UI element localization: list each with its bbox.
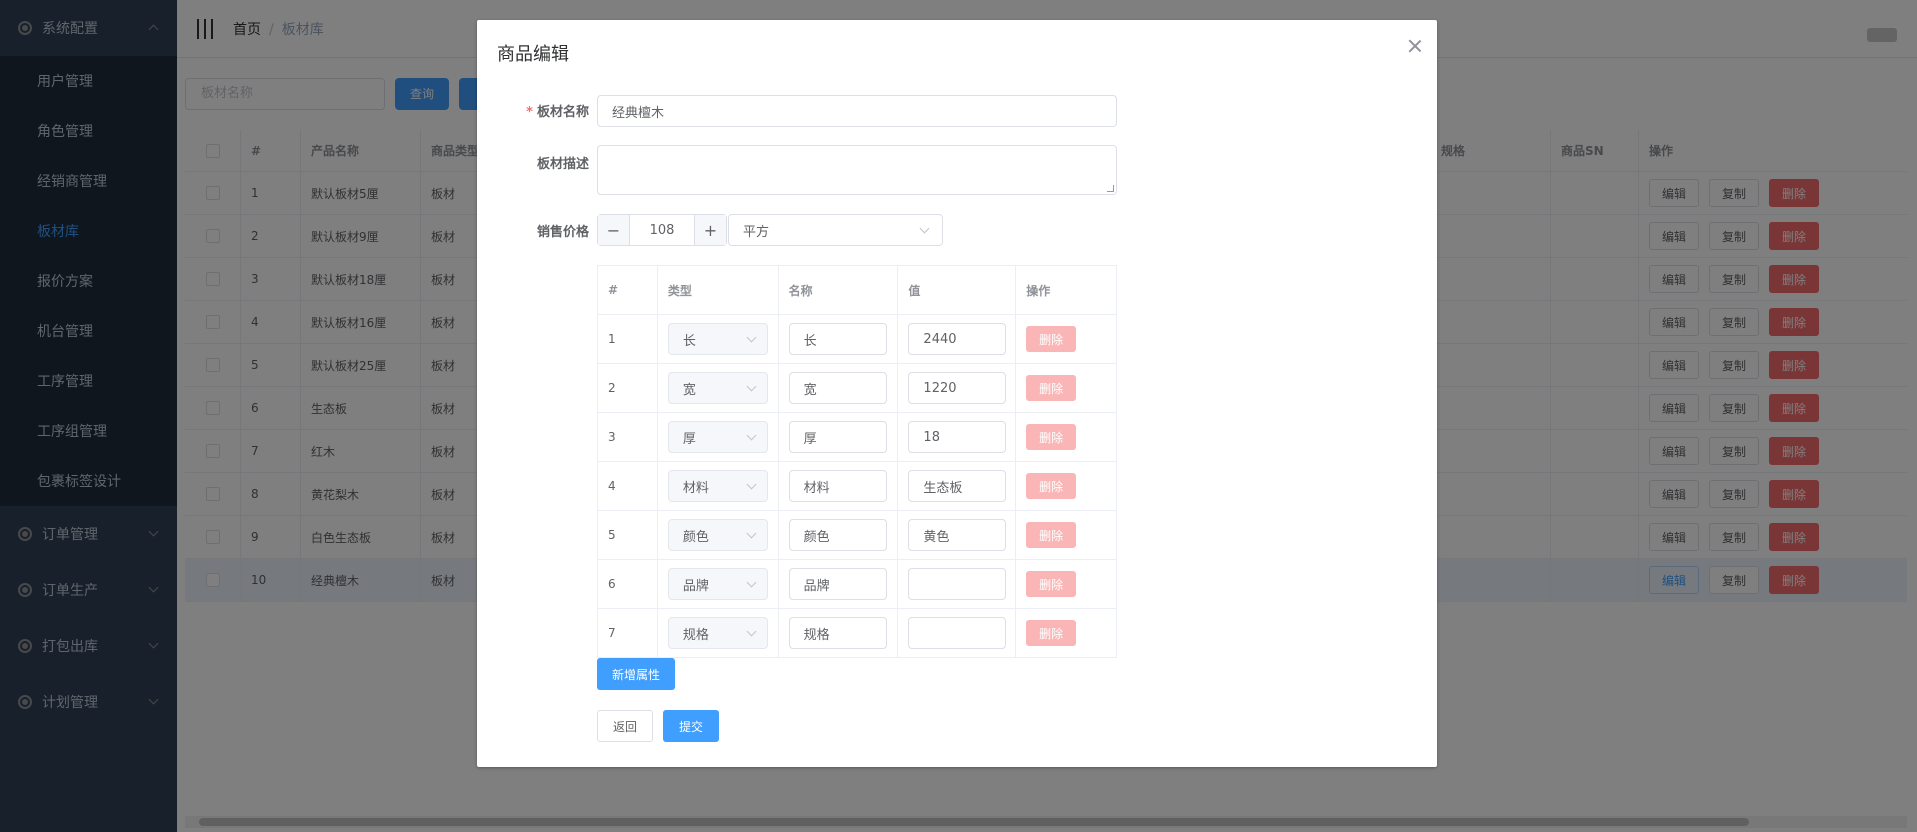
chevron-down-icon — [746, 626, 757, 637]
attr-name-input[interactable]: 品牌 — [788, 568, 887, 600]
price-stepper: − 108 + — [597, 214, 727, 246]
chevron-down-icon — [746, 479, 757, 490]
submit-button[interactable]: 提交 — [663, 710, 719, 742]
attr-type-select[interactable]: 厚 — [667, 421, 768, 453]
attr-delete-button[interactable]: 删除 — [1026, 522, 1077, 548]
attr-name-input[interactable]: 材料 — [788, 470, 887, 502]
attr-col-ops: 操作 — [1016, 266, 1117, 314]
chevron-down-icon — [746, 381, 757, 392]
chevron-down-icon — [746, 577, 757, 588]
name-label: * 板材名称 — [526, 105, 589, 120]
attr-name-input[interactable]: 规格 — [788, 617, 887, 649]
attr-col-type: 类型 — [658, 266, 779, 314]
attr-value-input[interactable]: 生态板 — [908, 470, 1007, 502]
unit-select-value: 平方 — [743, 224, 770, 240]
attribute-row: 7 规格 规格 删除 — [598, 609, 1117, 658]
attr-index: 3 — [598, 413, 658, 461]
attr-type-select[interactable]: 规格 — [667, 617, 768, 649]
attr-index: 7 — [598, 609, 658, 657]
chevron-down-icon — [746, 332, 757, 343]
attr-name-input[interactable]: 宽 — [788, 372, 887, 404]
attr-value-input[interactable]: 2440 — [908, 323, 1007, 355]
attribute-row: 5 颜色 颜色 黄色 删除 — [598, 511, 1117, 560]
attribute-row: 3 厚厚 18 删除 — [598, 413, 1117, 462]
board-desc-textarea[interactable] — [597, 145, 1117, 195]
product-edit-dialog: 商品编辑 * 板材名称 经典檀木 板材描述 销售价格 − 108 + 平方 # 类… — [477, 20, 1437, 767]
attribute-row: 4 材料 材料 生态板 删除 — [598, 462, 1117, 511]
attr-col-value: 值 — [898, 266, 1017, 314]
attr-value-input[interactable] — [908, 568, 1007, 600]
board-name-input[interactable]: 经典檀木 — [597, 95, 1117, 127]
attr-delete-button[interactable]: 删除 — [1026, 473, 1077, 499]
back-button[interactable]: 返回 — [597, 710, 653, 742]
attr-value-input[interactable]: 18 — [908, 421, 1007, 453]
unit-select[interactable]: 平方 — [728, 214, 943, 246]
attr-name-input[interactable]: 颜色 — [788, 519, 887, 551]
attr-value-input[interactable] — [908, 617, 1007, 649]
attr-value-input[interactable]: 1220 — [908, 372, 1007, 404]
attr-name-input[interactable]: 厚 — [788, 421, 887, 453]
dialog-title: 商品编辑 — [497, 44, 569, 65]
desc-label: 板材描述 — [536, 157, 589, 172]
attribute-table: # 类型 名称 值 操作 1 长长 2440 删除 2 宽宽 1220 删除 3 厚厚 18 删除 4 材… — [597, 265, 1117, 658]
attr-index: 2 — [598, 364, 658, 412]
attr-delete-button[interactable]: 删除 — [1026, 375, 1077, 401]
attribute-row: 2 宽宽 1220 删除 — [598, 364, 1117, 413]
attr-col-index: # — [598, 266, 658, 314]
chevron-down-icon — [746, 430, 757, 441]
attr-delete-button[interactable]: 删除 — [1026, 620, 1077, 646]
attr-index: 4 — [598, 462, 658, 510]
add-attribute-button[interactable]: 新增属性 — [597, 658, 676, 690]
attr-type-select[interactable]: 材料 — [667, 470, 768, 502]
attribute-row: 1 长长 2440 删除 — [598, 315, 1117, 364]
attribute-table-header: # 类型 名称 值 操作 — [598, 266, 1117, 315]
resize-handle-icon[interactable] — [1107, 185, 1114, 192]
attr-index: 5 — [598, 511, 658, 559]
attr-delete-button[interactable]: 删除 — [1026, 571, 1077, 597]
close-icon[interactable] — [1407, 38, 1423, 54]
attr-name-input[interactable]: 长 — [788, 323, 887, 355]
chevron-down-icon — [746, 528, 757, 539]
attr-type-select[interactable]: 颜色 — [667, 519, 768, 551]
attr-value-input[interactable]: 黄色 — [908, 519, 1007, 551]
attr-index: 6 — [598, 560, 658, 608]
chevron-down-icon — [919, 223, 930, 234]
price-input[interactable]: 108 — [630, 215, 694, 245]
attr-col-name: 名称 — [779, 266, 899, 314]
attribute-row: 6 品牌 品牌 删除 — [598, 560, 1117, 609]
attr-type-select[interactable]: 长 — [667, 323, 768, 355]
increase-button[interactable]: + — [694, 215, 726, 245]
decrease-button[interactable]: − — [598, 215, 630, 245]
attr-index: 1 — [598, 315, 658, 363]
price-label: 销售价格 — [536, 225, 589, 240]
attr-type-select[interactable]: 品牌 — [667, 568, 768, 600]
attr-delete-button[interactable]: 删除 — [1026, 326, 1077, 352]
attr-delete-button[interactable]: 删除 — [1026, 424, 1077, 450]
attr-type-select[interactable]: 宽 — [667, 372, 768, 404]
